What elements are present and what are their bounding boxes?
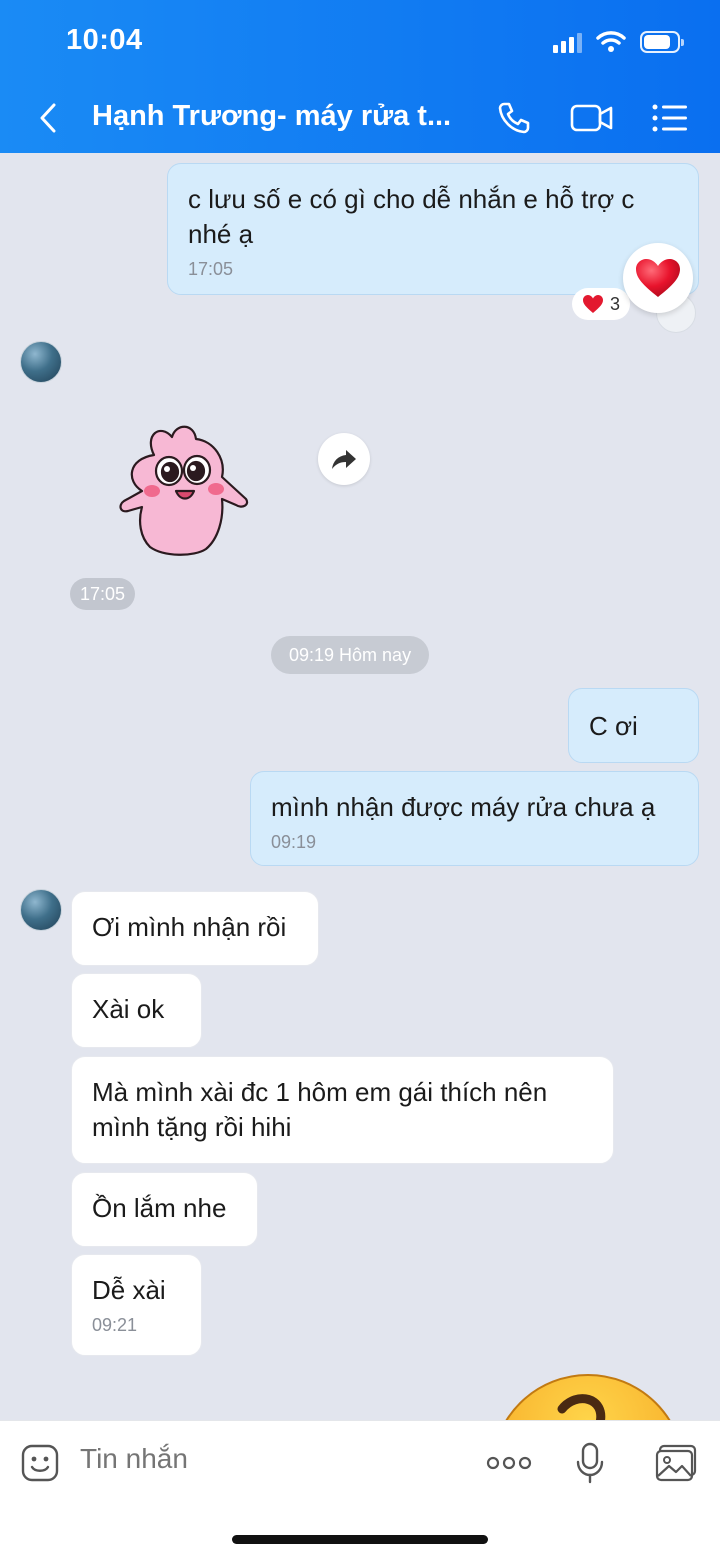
message-list[interactable]: c lưu số e có gì cho dễ nhắn e hỗ trợ c … [0, 153, 720, 1420]
sticker[interactable] [114, 415, 254, 563]
voice-button[interactable] [568, 1441, 612, 1485]
microphone-icon [576, 1442, 604, 1484]
status-icons [553, 28, 684, 56]
chevron-left-icon [40, 103, 56, 133]
call-button[interactable] [492, 96, 536, 140]
menu-button[interactable] [648, 96, 692, 140]
avatar[interactable] [20, 341, 62, 383]
reaction-summary[interactable]: 3 [572, 288, 631, 320]
message-text: mình nhận được máy rửa chưa ạ [271, 792, 656, 822]
react-button[interactable] [623, 243, 693, 313]
pink-creature-sticker-icon [119, 425, 249, 556]
video-call-button[interactable] [568, 96, 616, 140]
home-indicator [232, 1535, 488, 1544]
message-incoming[interactable]: Mà mình xài đc 1 hôm em gái thích nên mì… [71, 1056, 614, 1164]
date-separator: 09:19 Hôm nay [271, 636, 430, 674]
emoji-sticker[interactable] [488, 1371, 688, 1420]
message-incoming[interactable]: Ồn lắm nhe [71, 1172, 258, 1247]
gallery-button[interactable] [654, 1441, 698, 1485]
battery-icon [640, 31, 684, 53]
heart-icon [636, 259, 680, 297]
back-button[interactable] [30, 98, 66, 138]
image-icon [655, 1444, 697, 1482]
message-text: c lưu số e có gì cho dễ nhắn e hỗ trợ c … [188, 184, 635, 249]
message-text: Ồn lắm nhe [92, 1193, 227, 1223]
message-incoming[interactable]: Dễ xài 09:21 [71, 1254, 202, 1356]
emoji-button[interactable] [18, 1441, 62, 1485]
heart-icon [583, 295, 603, 313]
avatar[interactable] [20, 889, 62, 931]
forward-icon [332, 450, 356, 469]
emoji-icon [21, 1444, 59, 1482]
reaction-count: 3 [610, 293, 621, 314]
message-text: Mà mình xài đc 1 hôm em gái thích nên mì… [92, 1077, 548, 1142]
status-time: 10:04 [66, 24, 143, 56]
sticker-time: 17:05 [70, 578, 136, 610]
more-icon [486, 1456, 532, 1470]
list-icon [652, 104, 687, 132]
message-text: Ơi mình nhận rồi [92, 912, 287, 942]
message-outgoing[interactable]: c lưu số e có gì cho dễ nhắn e hỗ trợ c … [167, 163, 699, 295]
message-time: 09:21 [92, 1315, 138, 1335]
signal-icon [553, 31, 582, 53]
top-bar: 10:04 Hạnh Trương- máy rửa t... [0, 0, 720, 153]
message-outgoing[interactable]: mình nhận được máy rửa chưa ạ 09:19 [250, 771, 699, 866]
message-time: 17:05 [188, 259, 234, 279]
message-incoming[interactable]: Ơi mình nhận rồi [71, 891, 319, 966]
message-incoming[interactable]: Xài ok [71, 973, 202, 1048]
message-input-bar [0, 1420, 720, 1557]
more-button[interactable] [486, 1441, 532, 1485]
message-text: Xài ok [92, 994, 165, 1024]
message-outgoing[interactable]: C ơi [568, 688, 699, 763]
wifi-icon [596, 31, 626, 52]
phone-icon [498, 102, 530, 134]
message-time: 09:19 [271, 832, 317, 852]
message-input[interactable] [80, 1443, 460, 1475]
emoji-face-icon [505, 1374, 671, 1420]
message-text: C ơi [589, 711, 638, 741]
message-text: Dễ xài [92, 1275, 166, 1305]
chat-title[interactable]: Hạnh Trương- máy rửa t... [92, 100, 452, 133]
forward-button[interactable] [318, 433, 370, 485]
video-camera-icon [570, 104, 613, 132]
